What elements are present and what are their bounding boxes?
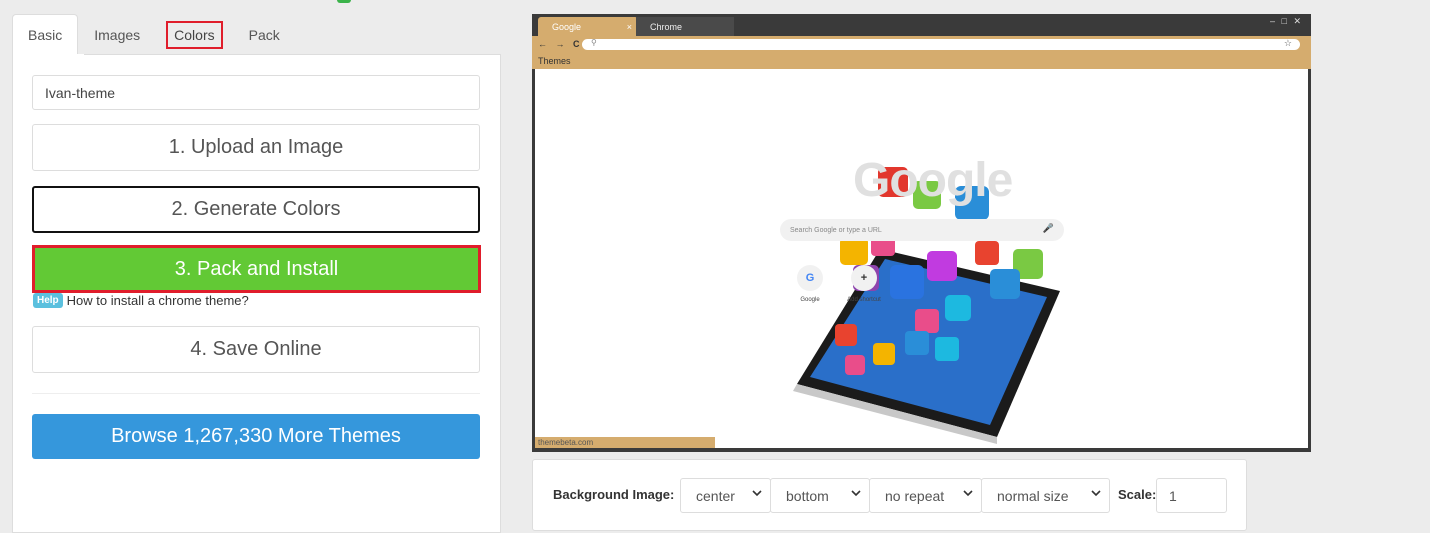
editor-tabs: Basic Images Colors Pack bbox=[12, 14, 296, 55]
pack-install-button[interactable]: 3. Pack and Install bbox=[35, 248, 478, 290]
google-logo: Google bbox=[853, 154, 1013, 207]
tab-basic[interactable]: Basic bbox=[12, 14, 79, 55]
shortcut-google-label: Google bbox=[800, 297, 820, 303]
preview-status-bar: themebeta.com bbox=[535, 437, 715, 448]
scale-input[interactable]: 1 bbox=[1156, 478, 1227, 513]
upload-image-button[interactable]: 1. Upload an Image bbox=[32, 124, 480, 171]
generate-colors-button[interactable]: 2. Generate Colors bbox=[32, 186, 480, 233]
theme-name-input[interactable]: Ivan-theme bbox=[32, 75, 480, 110]
save-online-button[interactable]: 4. Save Online bbox=[32, 326, 480, 373]
position-y-select[interactable]: bottom bbox=[770, 478, 870, 513]
pack-install-highlight: 3. Pack and Install bbox=[32, 245, 481, 293]
preview-tab-google-label: Google bbox=[552, 21, 582, 32]
theme-preview: Google × Chrome – □ ✕ ← → C ⚲ ☆ Themes G… bbox=[532, 14, 1311, 452]
window-controls-icon: – □ ✕ bbox=[1270, 16, 1303, 26]
search-icon: ⚲ bbox=[591, 38, 597, 47]
shortcut-google: G Google bbox=[790, 265, 830, 303]
size-select[interactable]: normal size bbox=[981, 478, 1110, 513]
preview-page: Google Search Google or type a URL 🎤 G G… bbox=[535, 69, 1308, 448]
chevron-down-icon bbox=[963, 490, 973, 497]
help-row: Help How to install a chrome theme? bbox=[33, 293, 249, 308]
size-value: normal size bbox=[997, 487, 1069, 504]
tab-pack[interactable]: Pack bbox=[233, 14, 296, 55]
preview-bookmarks-bar: Themes bbox=[532, 52, 1311, 69]
tab-images[interactable]: Images bbox=[78, 14, 156, 55]
nav-arrows-icon: ← → C bbox=[538, 39, 583, 49]
preview-tab-chrome: Chrome bbox=[636, 17, 734, 36]
position-y-value: bottom bbox=[786, 487, 829, 504]
chevron-down-icon bbox=[752, 490, 762, 497]
preview-toolbar: ← → C ⚲ ☆ bbox=[532, 36, 1311, 52]
browse-themes-button[interactable]: Browse 1,267,330 More Themes bbox=[32, 414, 480, 459]
position-x-value: center bbox=[696, 487, 735, 504]
position-x-select[interactable]: center bbox=[680, 478, 771, 513]
top-strip bbox=[0, 0, 1430, 3]
google-g-icon: G bbox=[797, 265, 823, 291]
top-indicator bbox=[337, 0, 351, 3]
phone-apps-illustration bbox=[793, 167, 1060, 444]
ntp-search-placeholder: Search Google or type a URL bbox=[790, 226, 882, 234]
chevron-down-icon bbox=[1091, 490, 1101, 497]
preview-tab-google: Google × bbox=[538, 17, 638, 36]
tab-colors[interactable]: Colors bbox=[166, 14, 223, 55]
panel-top-border bbox=[84, 54, 501, 55]
help-link[interactable]: How to install a chrome theme? bbox=[67, 293, 249, 308]
divider bbox=[32, 393, 480, 394]
close-icon: × bbox=[626, 21, 632, 32]
bookmark-themes: Themes bbox=[538, 55, 571, 66]
preview-tabstrip: Google × Chrome – □ ✕ bbox=[532, 14, 1311, 36]
tab-colors-label: Colors bbox=[166, 20, 223, 49]
shortcut-add-label: Add shortcut bbox=[847, 297, 881, 303]
shortcut-add: + Add shortcut bbox=[844, 265, 884, 303]
preview-omnibox: ⚲ ☆ bbox=[582, 38, 1300, 50]
star-icon: ☆ bbox=[1283, 38, 1292, 48]
repeat-value: no repeat bbox=[885, 487, 945, 504]
ntp-search-box: Search Google or type a URL 🎤 bbox=[780, 219, 1064, 241]
scale-label: Scale: bbox=[1118, 487, 1157, 502]
background-image-label: Background Image: bbox=[553, 487, 675, 502]
chevron-down-icon bbox=[851, 490, 861, 497]
plus-icon: + bbox=[851, 265, 877, 291]
background-image-controls: Background Image: center bottom no repea… bbox=[532, 459, 1247, 531]
help-badge: Help bbox=[33, 293, 63, 308]
microphone-icon: 🎤 bbox=[1042, 223, 1054, 233]
repeat-select[interactable]: no repeat bbox=[869, 478, 982, 513]
